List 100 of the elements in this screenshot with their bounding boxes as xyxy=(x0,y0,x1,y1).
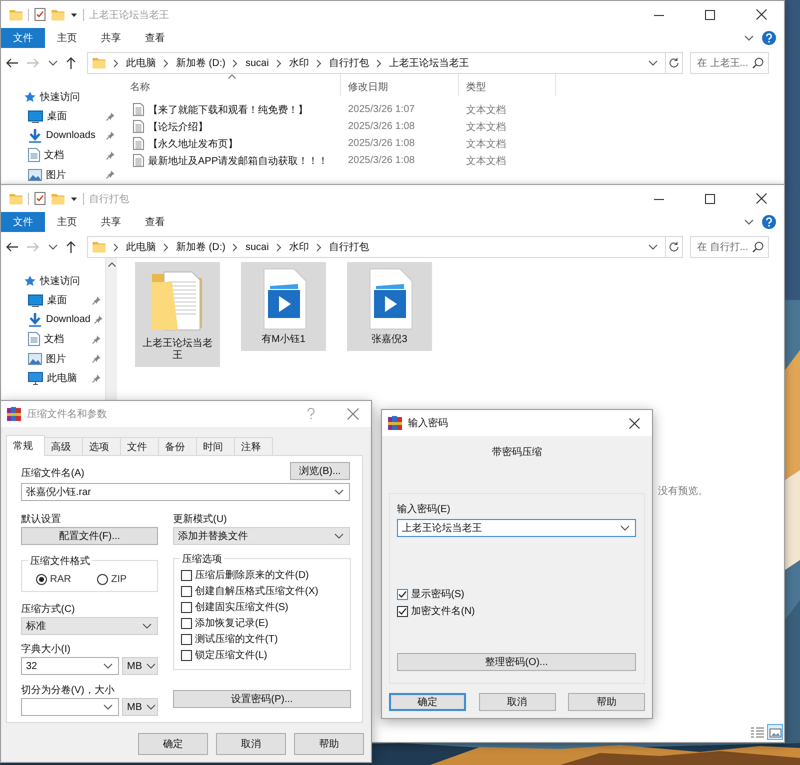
ribbon-tab[interactable]: 文件 xyxy=(1,212,45,232)
checkbox-option[interactable]: 添加恢复记录(E) xyxy=(181,617,350,629)
breadcrumb[interactable]: sucai xyxy=(245,58,269,68)
radio-option[interactable]: ZIP xyxy=(97,574,127,584)
sidebar-item[interactable]: 桌面 xyxy=(1,290,105,310)
file-tile[interactable]: 有M小钰1 xyxy=(241,262,326,351)
dropdown-icon[interactable] xyxy=(334,532,344,540)
checkbox[interactable] xyxy=(181,618,192,628)
sidebar-item[interactable]: Download xyxy=(1,310,105,330)
checkbox-option[interactable]: 锁定压缩文件(L) xyxy=(181,649,350,661)
search-field[interactable]: 在 自行打... xyxy=(690,236,769,258)
checkmark-document-icon[interactable] xyxy=(34,8,46,21)
sidebar-item[interactable]: 快速访问 xyxy=(1,87,119,106)
address-dropdown-icon[interactable] xyxy=(648,60,658,66)
breadcrumb[interactable]: 水印 xyxy=(288,240,309,254)
tab[interactable]: 常规 xyxy=(6,435,45,456)
ribbon-tab[interactable]: 主页 xyxy=(45,28,89,48)
sidebar-item[interactable]: 桌面 xyxy=(1,106,119,126)
maximize-icon[interactable] xyxy=(705,10,715,20)
caret-icon[interactable] xyxy=(70,10,78,18)
address-bar[interactable]: 此电脑 新加卷 (D:) sucai 水印 自行打包 xyxy=(87,236,683,258)
checkbox-option[interactable]: 压缩后删除原来的文件(D) xyxy=(181,569,350,581)
sidebar-item[interactable]: 文档 xyxy=(1,146,119,165)
dropdown-icon[interactable] xyxy=(142,622,152,630)
refresh-icon[interactable] xyxy=(668,241,680,253)
file-name[interactable]: 【永久地址发布页】 xyxy=(148,136,238,150)
file-tile[interactable]: 上老王论坛当老王 xyxy=(135,262,220,367)
radio-button[interactable] xyxy=(36,574,47,584)
close-icon[interactable] xyxy=(756,193,766,204)
checkmark-document-icon[interactable] xyxy=(34,192,46,205)
set-password-button[interactable]: 设置密码(P)... xyxy=(173,690,351,708)
ribbon-tab[interactable]: 主页 xyxy=(45,212,89,232)
breadcrumb[interactable]: 上老王论坛当老王 xyxy=(388,56,469,70)
radio-option[interactable]: RAR xyxy=(36,574,72,584)
column-header[interactable]: 修改日期 xyxy=(341,74,459,96)
file-tile[interactable]: 张嘉倪3 xyxy=(347,262,432,351)
ribbon-tab[interactable]: 共享 xyxy=(89,212,133,232)
profiles-button[interactable]: 配置文件(F)... xyxy=(21,527,158,545)
up-arrow-icon[interactable] xyxy=(65,56,78,70)
back-arrow-icon[interactable] xyxy=(4,241,19,253)
dropdown-icon[interactable] xyxy=(620,524,630,532)
back-arrow-icon[interactable] xyxy=(4,57,19,69)
radio-button[interactable] xyxy=(97,574,108,584)
large-icons-view-button[interactable] xyxy=(767,724,783,740)
up-arrow-icon[interactable] xyxy=(65,240,78,254)
file-name[interactable]: 【论坛介绍】 xyxy=(148,120,208,134)
checkbox[interactable] xyxy=(397,606,408,616)
dropdown-icon[interactable] xyxy=(146,662,156,670)
organize-passwords-button[interactable]: 整理密码(O)... xyxy=(397,653,636,671)
column-header[interactable]: 类型 xyxy=(459,74,556,96)
checkbox-option[interactable]: 测试压缩的文件(T) xyxy=(181,633,350,645)
breadcrumb[interactable]: 自行打包 xyxy=(328,56,369,70)
dialog-button[interactable]: 确定 xyxy=(138,733,208,755)
breadcrumb[interactable]: 此电脑 xyxy=(126,56,156,70)
checkbox[interactable] xyxy=(181,586,192,596)
dictionary-size-dropdown[interactable]: 32 xyxy=(21,657,119,675)
unit-dropdown[interactable]: MB xyxy=(122,698,158,716)
method-dropdown[interactable]: 标准 xyxy=(21,617,158,635)
dialog-button[interactable]: 确定 xyxy=(389,693,466,711)
breadcrumb[interactable]: sucai xyxy=(245,242,269,252)
browse-button[interactable]: 浏览(B)... xyxy=(290,462,350,480)
breadcrumb[interactable]: 新加卷 (D:) xyxy=(176,240,226,254)
checkbox[interactable] xyxy=(181,634,192,644)
help-icon[interactable] xyxy=(307,408,315,420)
recent-locations-icon[interactable] xyxy=(48,244,58,250)
checkbox-option[interactable]: 加密文件名(N) xyxy=(397,605,636,617)
update-mode-dropdown[interactable]: 添加并替换文件 xyxy=(173,527,350,545)
close-icon[interactable] xyxy=(628,418,640,428)
sidebar-item[interactable]: 快速访问 xyxy=(1,271,105,290)
unit-dropdown[interactable]: MB xyxy=(122,657,158,675)
checkbox[interactable] xyxy=(397,588,408,600)
dropdown-icon[interactable] xyxy=(103,662,113,670)
sidebar-item[interactable]: Downloads xyxy=(1,126,119,146)
sidebar-item[interactable]: 文档 xyxy=(1,330,105,349)
scroll-up-icon[interactable] xyxy=(108,262,116,267)
checkbox[interactable] xyxy=(181,602,192,612)
caret-icon[interactable] xyxy=(70,194,78,202)
archive-name-field[interactable]: 张嘉倪小钰.rar xyxy=(21,483,350,501)
sidebar-item[interactable]: 图片 xyxy=(1,349,105,368)
breadcrumb[interactable]: 新加卷 (D:) xyxy=(176,56,226,70)
password-field[interactable]: 上老王论坛当老王 xyxy=(397,519,636,537)
file-name[interactable]: 【来了就能下载和观看！纯免费！】 xyxy=(148,102,308,116)
checkbox-option[interactable]: 显示密码(S) xyxy=(397,588,636,600)
breadcrumb[interactable]: 水印 xyxy=(288,56,309,70)
ribbon-tab[interactable]: 查看 xyxy=(133,28,177,48)
checkbox-option[interactable]: 创建固实压缩文件(S) xyxy=(181,601,350,613)
ribbon-tab[interactable]: 文件 xyxy=(1,28,45,48)
maximize-icon[interactable] xyxy=(705,194,715,204)
checkbox[interactable] xyxy=(181,570,192,580)
address-bar[interactable]: 此电脑 新加卷 (D:) sucai 水印 自行打包 上老王论坛当老王 xyxy=(87,52,683,74)
column-header[interactable]: 名称 xyxy=(123,74,341,96)
dropdown-icon[interactable] xyxy=(334,488,344,496)
tab[interactable]: 注释 xyxy=(234,437,273,456)
ribbon-tab[interactable]: 共享 xyxy=(89,28,133,48)
dropdown-icon[interactable] xyxy=(146,704,156,710)
breadcrumb[interactable]: 此电脑 xyxy=(126,240,156,254)
ribbon-tab[interactable]: 查看 xyxy=(133,212,177,232)
refresh-icon[interactable] xyxy=(668,57,680,69)
help-icon[interactable] xyxy=(762,31,776,45)
file-name[interactable]: 最新地址及APP请发邮箱自动获取！！！ xyxy=(148,154,328,168)
